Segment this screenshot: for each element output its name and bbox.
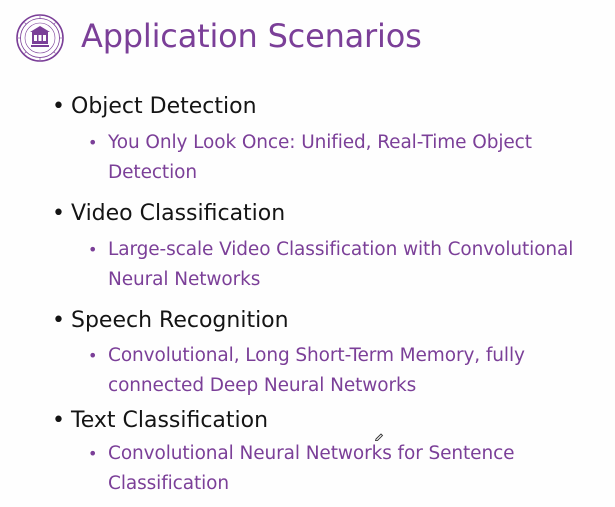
slide: Application Scenarios • Object Detection…: [0, 0, 615, 507]
pen-cursor-icon: [374, 433, 384, 441]
bullet-heading: Object Detection: [71, 94, 257, 119]
university-seal-icon: [16, 14, 64, 62]
sub-bullet-text: You Only Look Once: Unified, Real-Time O…: [108, 132, 532, 183]
sub-bullet-text: Convolutional, Long Short-Term Memory, f…: [108, 345, 525, 396]
bullet-heading: Video Classification: [71, 201, 286, 226]
bullet-dot-icon: •: [52, 408, 65, 433]
page-title: Application Scenarios: [81, 17, 422, 55]
bullet-heading: Speech Recognition: [71, 308, 289, 333]
sub-bullet-text: Convolutional Neural Networks for Senten…: [108, 443, 515, 494]
bullet-dot-icon: •: [52, 201, 65, 226]
sub-bullet-text: Large-scale Video Classification with Co…: [108, 239, 574, 290]
sub-bullet-dot-icon: •: [88, 240, 98, 259]
sub-bullet-dot-icon: •: [88, 346, 98, 365]
sub-bullet-dot-icon: •: [88, 444, 98, 463]
bullet-heading: Text Classification: [71, 408, 269, 433]
sub-bullet-dot-icon: •: [88, 133, 98, 152]
bullet-dot-icon: •: [52, 94, 65, 119]
bullet-dot-icon: •: [52, 308, 65, 333]
